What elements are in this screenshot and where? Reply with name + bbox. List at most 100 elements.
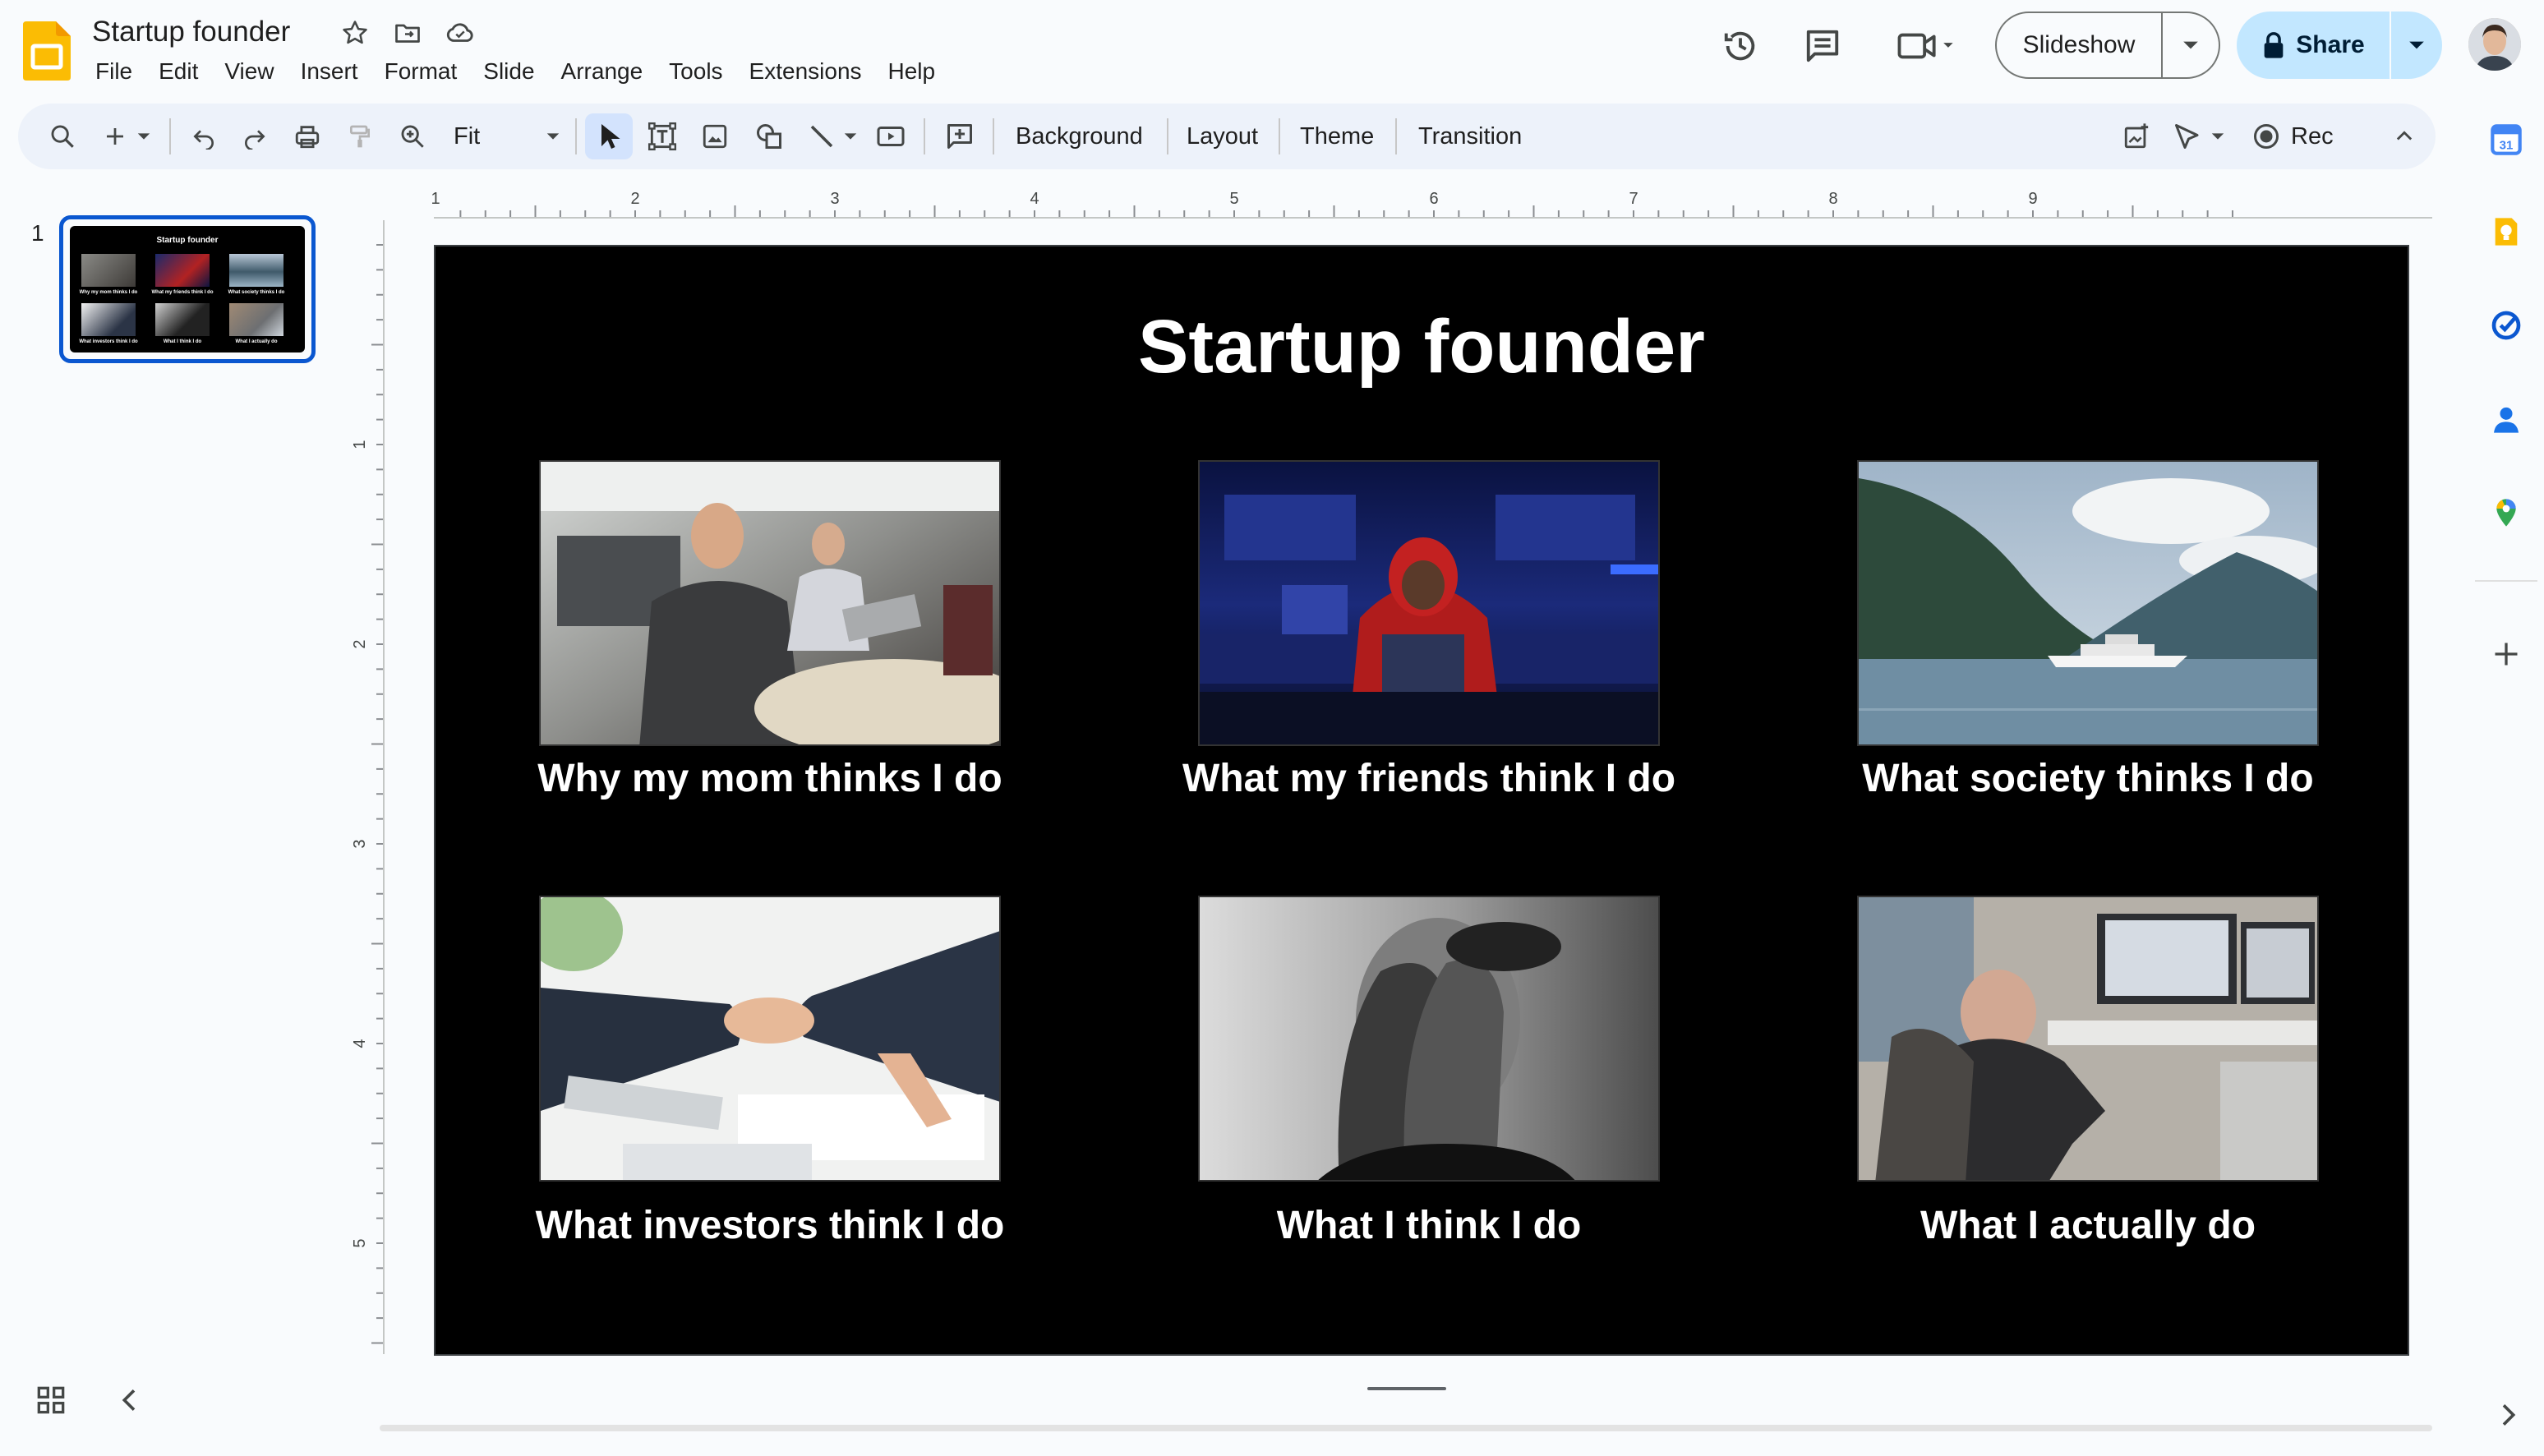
thumbnail-image xyxy=(81,303,136,336)
document-title[interactable]: Startup founder xyxy=(92,12,290,53)
menu-format[interactable]: Format xyxy=(371,54,471,89)
add-icon[interactable] xyxy=(2485,633,2528,675)
record-icon[interactable] xyxy=(2248,118,2284,154)
menu-edit[interactable]: Edit xyxy=(145,54,211,89)
caption-mom[interactable]: Why my mom thinks I do xyxy=(458,754,1082,804)
maps-icon[interactable] xyxy=(2485,491,2528,534)
image-facepalm[interactable] xyxy=(1198,896,1660,1182)
thumbnail-caption: What I actually do xyxy=(235,339,278,344)
cloud-status-icon[interactable] xyxy=(442,15,478,51)
image-office-desk[interactable] xyxy=(1857,896,2319,1182)
menu-arrange[interactable]: Arrange xyxy=(548,54,657,89)
insert-image-right-icon[interactable] xyxy=(2118,118,2155,154)
move-folder-icon[interactable] xyxy=(389,15,426,51)
ruler-label: 4 xyxy=(1030,190,1039,208)
horizontal-ruler[interactable]: 1 2 3 4 5 6 7 8 9 xyxy=(380,186,2432,219)
ruler-label: 3 xyxy=(352,839,369,848)
rec-button[interactable]: Rec xyxy=(2291,104,2334,169)
vertical-ruler[interactable]: 1 2 3 4 5 xyxy=(352,220,385,1371)
meet-camera-icon[interactable] xyxy=(1887,20,1969,72)
caption-self[interactable]: What I think I do xyxy=(1117,1201,1741,1251)
menu-insert[interactable]: Insert xyxy=(288,54,371,89)
paint-format-icon[interactable] xyxy=(342,118,378,154)
version-history-icon[interactable] xyxy=(1714,20,1767,72)
keep-icon[interactable] xyxy=(2485,210,2528,253)
menu-help[interactable]: Help xyxy=(875,54,949,89)
grid-view-icon[interactable] xyxy=(33,1382,69,1418)
comments-icon[interactable] xyxy=(1796,20,1849,72)
share-button[interactable]: Share xyxy=(2237,12,2391,79)
horizontal-scrollbar[interactable] xyxy=(380,1425,2432,1431)
contacts-icon[interactable] xyxy=(2485,398,2528,440)
shape-icon[interactable] xyxy=(751,118,787,154)
print-icon[interactable] xyxy=(289,118,325,154)
svg-text:31: 31 xyxy=(2500,139,2514,153)
avatar[interactable] xyxy=(2468,18,2521,71)
collapse-toolbar-icon[interactable] xyxy=(2386,118,2422,154)
thumbnail-caption: What investors think I do xyxy=(79,339,138,344)
image-yacht-fjord[interactable] xyxy=(1857,460,2319,746)
add-comment-icon[interactable] xyxy=(942,118,978,154)
menu-slide[interactable]: Slide xyxy=(470,54,547,89)
lock-icon xyxy=(2261,31,2286,59)
tasks-icon[interactable] xyxy=(2485,304,2528,347)
laser-pointer-icon[interactable] xyxy=(2169,118,2205,154)
caption-actual[interactable]: What I actually do xyxy=(1776,1201,2400,1251)
caption-investors[interactable]: What investors think I do xyxy=(458,1201,1082,1251)
text-box-icon[interactable] xyxy=(644,118,680,154)
side-panel-divider xyxy=(2475,580,2537,582)
star-icon[interactable] xyxy=(337,15,373,51)
line-icon[interactable] xyxy=(804,118,840,154)
laser-dropdown-icon[interactable] xyxy=(2205,118,2230,154)
search-menus-icon[interactable] xyxy=(44,118,81,154)
ruler-label: 3 xyxy=(830,190,839,208)
slideshow-button-group: Slideshow xyxy=(1995,12,2220,79)
redo-icon[interactable] xyxy=(237,118,273,154)
new-slide-dropdown-icon[interactable] xyxy=(131,118,156,154)
ruler-label: 7 xyxy=(1629,190,1638,208)
ruler-label: 6 xyxy=(1429,190,1438,208)
theme-button[interactable]: Theme xyxy=(1300,104,1374,169)
menu-file[interactable]: File xyxy=(82,54,145,89)
slideshow-dropdown-button[interactable] xyxy=(2163,13,2219,77)
thumbnail-image xyxy=(229,303,283,336)
menu-extensions[interactable]: Extensions xyxy=(736,54,875,89)
ruler-label: 1 xyxy=(431,190,440,208)
ruler-label: 5 xyxy=(352,1238,369,1247)
thumbnail-image xyxy=(155,254,210,287)
line-dropdown-icon[interactable] xyxy=(838,118,863,154)
insert-image-icon[interactable] xyxy=(697,118,733,154)
background-button[interactable]: Background xyxy=(1016,104,1143,169)
slides-logo[interactable] xyxy=(23,21,71,81)
toolbar: Fit Background Layout Theme Transition R… xyxy=(18,104,2436,169)
calendar-icon[interactable]: 31 xyxy=(2485,118,2528,161)
image-meeting-founder[interactable] xyxy=(539,460,1001,746)
thumbnail-caption: Why my mom thinks I do xyxy=(79,290,138,295)
menu-view[interactable]: View xyxy=(211,54,287,89)
zoom-icon[interactable] xyxy=(394,118,431,154)
collapse-filmstrip-icon[interactable] xyxy=(113,1382,146,1418)
zoom-dropdown-icon[interactable] xyxy=(541,118,565,154)
slide-canvas[interactable]: Startup founder Why my mom thinks I do W… xyxy=(434,245,2409,1356)
ruler-label: 5 xyxy=(1229,190,1238,208)
caption-society[interactable]: What society thinks I do xyxy=(1776,754,2400,804)
slide-title[interactable]: Startup founder xyxy=(436,297,2408,396)
menu-tools[interactable]: Tools xyxy=(656,54,735,89)
select-tool[interactable] xyxy=(585,113,633,159)
caption-friends[interactable]: What my friends think I do xyxy=(1117,754,1741,804)
slideshow-button[interactable]: Slideshow xyxy=(1997,13,2163,77)
new-slide-icon[interactable] xyxy=(97,118,133,154)
layout-button[interactable]: Layout xyxy=(1187,104,1258,169)
insert-video-icon[interactable] xyxy=(873,118,909,154)
expand-side-panel-icon[interactable] xyxy=(2491,1398,2524,1431)
slide-thumbnail[interactable]: Startup founder Why my mom thinks I do W… xyxy=(59,215,316,363)
share-dropdown-button[interactable] xyxy=(2391,12,2442,79)
zoom-select[interactable]: Fit xyxy=(454,104,480,169)
undo-icon[interactable] xyxy=(186,118,222,154)
notes-resize-handle[interactable] xyxy=(1367,1387,1446,1390)
image-hacker-hoodie[interactable] xyxy=(1198,460,1660,746)
thumbnail-image xyxy=(229,254,283,287)
ruler-label: 4 xyxy=(352,1039,369,1048)
image-handshake[interactable] xyxy=(539,896,1001,1182)
transition-button[interactable]: Transition xyxy=(1418,104,1522,169)
